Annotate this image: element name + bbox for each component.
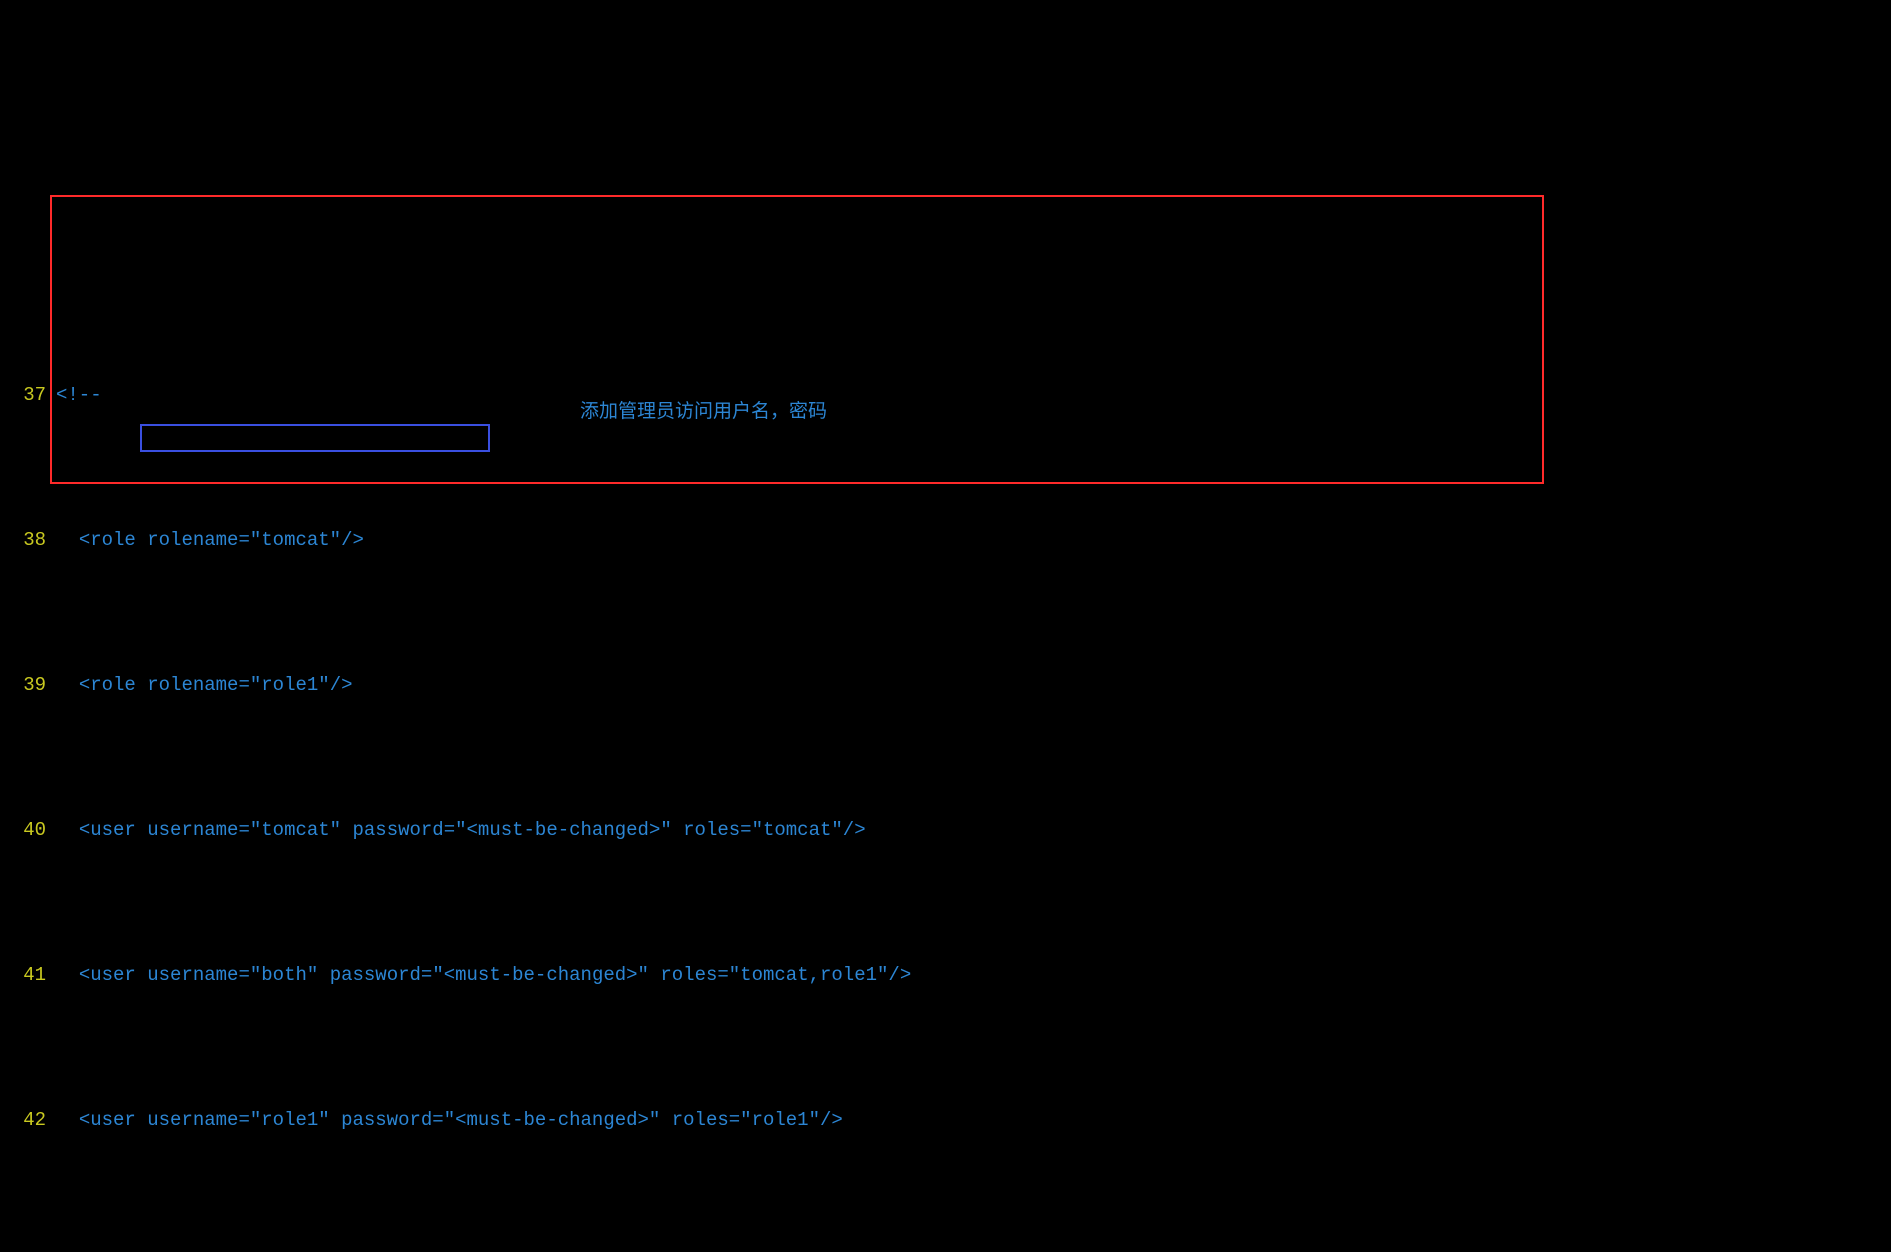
line-number: 42 <box>0 1106 56 1135</box>
code-token: "role1" <box>250 1109 341 1131</box>
code-token: username= <box>147 964 250 986</box>
line-number: 43 <box>0 1251 56 1252</box>
code-token: rolename= <box>147 529 250 551</box>
code-line[interactable]: 39 <role rolename="role1"/> <box>0 671 1891 700</box>
code-token: /> <box>888 964 911 986</box>
code-token: <user <box>79 1109 147 1131</box>
line-number: 41 <box>0 961 56 990</box>
code-token: /> <box>843 819 866 841</box>
line-number: 39 <box>0 671 56 700</box>
code-line[interactable]: 43 --> <box>0 1251 1891 1252</box>
highlight-red-box <box>50 195 1544 484</box>
code-token: username= <box>147 1109 250 1131</box>
code-token: "tomcat,role1" <box>729 964 889 986</box>
highlight-blue-box <box>140 424 490 452</box>
code-token: password= <box>330 964 433 986</box>
code-token: "tomcat" <box>752 819 843 841</box>
code-token: <!-- <box>56 384 102 406</box>
annotation-label: 添加管理员访问用户名，密码 <box>580 398 827 427</box>
code-token: "<must-be-changed>" <box>432 964 660 986</box>
code-line[interactable]: 37 <!-- <box>0 381 1891 410</box>
code-token <box>56 674 79 696</box>
code-line[interactable]: 40 <user username="tomcat" password="<mu… <box>0 816 1891 845</box>
line-number: 40 <box>0 816 56 845</box>
code-token: password= <box>352 819 455 841</box>
code-token: <role <box>79 674 147 696</box>
code-token <box>56 819 79 841</box>
code-token: username= <box>147 819 250 841</box>
code-token <box>56 964 79 986</box>
code-token: /> <box>330 674 353 696</box>
code-line[interactable]: 41 <user username="both" password="<must… <box>0 961 1891 990</box>
code-token: roles= <box>672 1109 740 1131</box>
code-token: <user <box>79 964 147 986</box>
code-token: roles= <box>660 964 728 986</box>
code-token: "tomcat" <box>250 529 341 551</box>
code-token: "<must-be-changed>" <box>455 819 683 841</box>
code-token: roles= <box>683 819 751 841</box>
code-token: /> <box>820 1109 843 1131</box>
code-editor[interactable]: 添加管理员访问用户名，密码 37 <!-- 38 <role rolename=… <box>0 0 1891 1252</box>
code-token: <user <box>79 819 147 841</box>
code-token: "tomcat" <box>250 819 353 841</box>
code-token: rolename= <box>147 674 250 696</box>
code-token: "<must-be-changed>" <box>444 1109 672 1131</box>
code-token: <role <box>79 529 147 551</box>
code-token <box>56 1109 79 1131</box>
code-token: password= <box>341 1109 444 1131</box>
code-line[interactable]: 38 <role rolename="tomcat"/> <box>0 526 1891 555</box>
code-token: "both" <box>250 964 330 986</box>
line-number: 38 <box>0 526 56 555</box>
code-line[interactable]: 42 <user username="role1" password="<mus… <box>0 1106 1891 1135</box>
code-token: "role1" <box>740 1109 820 1131</box>
code-token: /> <box>341 529 364 551</box>
code-token <box>56 529 79 551</box>
line-number: 37 <box>0 381 56 410</box>
code-token: "role1" <box>250 674 330 696</box>
